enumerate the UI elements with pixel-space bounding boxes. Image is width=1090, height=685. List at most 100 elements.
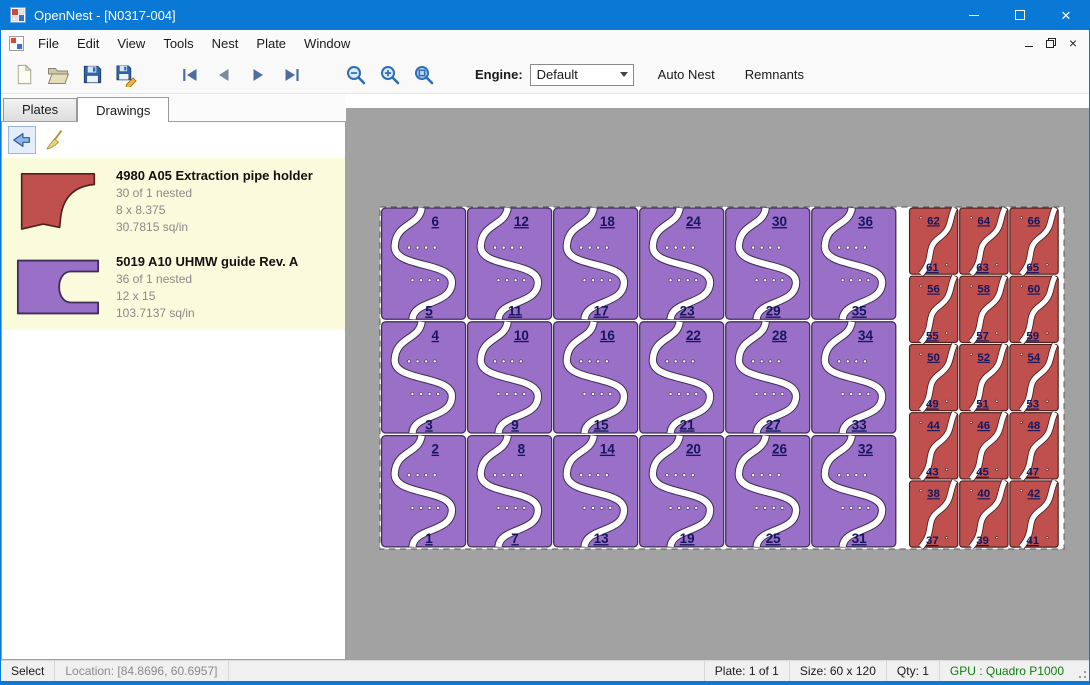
sidebar-body: 4980 A05 Extraction pipe holder 30 of 1 … xyxy=(1,121,346,660)
svg-text:51: 51 xyxy=(976,399,989,411)
purple-part-pair[interactable]: 2827 xyxy=(726,322,810,433)
list-item[interactable]: 5019 A10 UHMW guide Rev. A 36 of 1 neste… xyxy=(2,244,345,330)
new-icon[interactable] xyxy=(9,60,39,90)
chevron-down-icon[interactable] xyxy=(616,65,633,85)
purple-part-pair[interactable]: 2423 xyxy=(640,208,724,319)
nest-canvas[interactable]: 6512111817242330293635431091615222128273… xyxy=(346,94,1089,660)
red-part-pair[interactable]: 4039 xyxy=(960,481,1008,547)
resize-grip[interactable] xyxy=(1074,661,1089,681)
menu-window[interactable]: Window xyxy=(295,32,359,55)
purple-part-pair[interactable]: 2221 xyxy=(640,322,724,433)
red-part-pair[interactable]: 6463 xyxy=(960,208,1008,274)
mdi-minimize-icon[interactable] xyxy=(1018,33,1040,53)
last-icon[interactable] xyxy=(277,60,307,90)
purple-part-pair[interactable]: 2019 xyxy=(640,436,724,547)
svg-text:30: 30 xyxy=(772,214,787,229)
red-part-pair[interactable]: 5655 xyxy=(910,276,958,342)
purple-part-pair[interactable]: 1413 xyxy=(554,436,638,547)
red-part-pair[interactable]: 6059 xyxy=(1010,276,1058,342)
tab-plates[interactable]: Plates xyxy=(3,98,77,121)
red-part-pair[interactable]: 38 37 xyxy=(910,481,958,547)
svg-text:46: 46 xyxy=(977,420,990,432)
engine-selected-value: Default xyxy=(537,67,578,82)
purple-part-pair[interactable]: 109 xyxy=(468,322,552,433)
svg-text:37: 37 xyxy=(926,535,939,547)
red-part-pair[interactable]: 5049 xyxy=(910,344,958,410)
auto-nest-button[interactable]: Auto Nest xyxy=(648,62,725,87)
maximize-icon[interactable] xyxy=(997,0,1043,30)
save-as-icon[interactable] xyxy=(111,60,141,90)
previous-icon[interactable] xyxy=(209,60,239,90)
purple-part-pair[interactable]: 3433 xyxy=(812,322,896,433)
app-icon xyxy=(10,7,26,23)
purple-part-pair[interactable]: 3231 xyxy=(812,436,896,547)
purple-part-pair[interactable]: 1817 xyxy=(554,208,638,319)
svg-text:35: 35 xyxy=(852,303,867,318)
menu-view[interactable]: View xyxy=(108,32,154,55)
svg-text:38: 38 xyxy=(927,488,940,500)
menu-edit[interactable]: Edit xyxy=(68,32,108,55)
svg-text:66: 66 xyxy=(1028,215,1041,227)
open-icon[interactable] xyxy=(43,60,73,90)
svg-text:40: 40 xyxy=(977,488,990,500)
remnants-button[interactable]: Remnants xyxy=(735,62,814,87)
file-tool-group xyxy=(9,60,145,90)
svg-text:53: 53 xyxy=(1026,399,1039,411)
red-part-pair[interactable]: 6261 xyxy=(910,208,958,274)
purple-part-pair[interactable]: 2625 xyxy=(726,436,810,547)
purple-part-pair[interactable]: 30 29 xyxy=(726,208,810,319)
close-icon[interactable]: × xyxy=(1043,0,1089,30)
red-part-pair[interactable]: 4847 xyxy=(1010,413,1058,479)
red-part-pair[interactable]: 4241 xyxy=(1010,481,1058,547)
menu-plate[interactable]: Plate xyxy=(247,32,295,55)
menu-file[interactable]: File xyxy=(29,32,68,55)
drawing-thumbnail xyxy=(8,256,108,318)
red-part-pair[interactable]: 5857 xyxy=(960,276,1008,342)
purple-part-pair[interactable]: 21 xyxy=(382,436,466,547)
titlebar: OpenNest - [N0317-004] × xyxy=(1,0,1089,30)
mdi-restore-icon[interactable] xyxy=(1040,33,1062,53)
engine-select[interactable]: Default xyxy=(530,64,634,86)
zoom-out-icon[interactable] xyxy=(341,60,371,90)
replace-icon[interactable] xyxy=(8,126,36,154)
red-part-pair[interactable]: 6665 xyxy=(1010,208,1058,274)
red-part-pair[interactable]: 4645 xyxy=(960,413,1008,479)
mdi-close-icon[interactable]: × xyxy=(1062,33,1084,53)
purple-part-pair[interactable]: 43 xyxy=(382,322,466,433)
svg-text:20: 20 xyxy=(686,442,701,457)
status-mode: Select xyxy=(1,661,55,681)
zoom-fit-icon[interactable] xyxy=(409,60,439,90)
first-icon[interactable] xyxy=(175,60,205,90)
toolbar: Engine: Default Auto Nest Remnants xyxy=(1,56,1089,94)
purple-part-pair[interactable]: 87 xyxy=(468,436,552,547)
save-icon[interactable] xyxy=(77,60,107,90)
purple-part-pair[interactable]: 3635 xyxy=(812,208,896,319)
next-icon[interactable] xyxy=(243,60,273,90)
drawing-size: 12 x 15 xyxy=(116,289,298,303)
list-item[interactable]: 4980 A05 Extraction pipe holder 30 of 1 … xyxy=(2,158,345,244)
purple-part-pair[interactable]: 1211 xyxy=(468,208,552,319)
menu-tools[interactable]: Tools xyxy=(154,32,202,55)
drawing-nested-count: 30 of 1 nested xyxy=(116,186,313,200)
svg-text:19: 19 xyxy=(680,531,695,546)
red-part-pair[interactable]: 5453 xyxy=(1010,344,1058,410)
svg-text:11: 11 xyxy=(508,303,523,318)
svg-text:7: 7 xyxy=(511,531,518,546)
svg-text:52: 52 xyxy=(977,352,990,364)
zoom-in-icon[interactable] xyxy=(375,60,405,90)
nest-canvas-svg[interactable]: 6512111817242330293635431091615222128273… xyxy=(379,206,1065,550)
svg-text:58: 58 xyxy=(977,284,990,296)
minimize-icon[interactable] xyxy=(951,0,997,30)
svg-text:9: 9 xyxy=(511,417,518,432)
sidebar: Plates Drawings xyxy=(1,94,346,660)
purple-part-pair[interactable]: 65 xyxy=(382,208,466,319)
tab-drawings[interactable]: Drawings xyxy=(77,97,169,122)
red-part-pair[interactable]: 4443 xyxy=(910,413,958,479)
window-controls: × xyxy=(951,0,1089,30)
svg-text:29: 29 xyxy=(766,303,781,318)
red-part-pair[interactable]: 52 51 xyxy=(960,344,1008,410)
document-icon[interactable] xyxy=(9,36,24,51)
menu-nest[interactable]: Nest xyxy=(203,32,248,55)
clean-icon[interactable] xyxy=(41,126,69,154)
purple-part-pair[interactable]: 1615 xyxy=(554,322,638,433)
